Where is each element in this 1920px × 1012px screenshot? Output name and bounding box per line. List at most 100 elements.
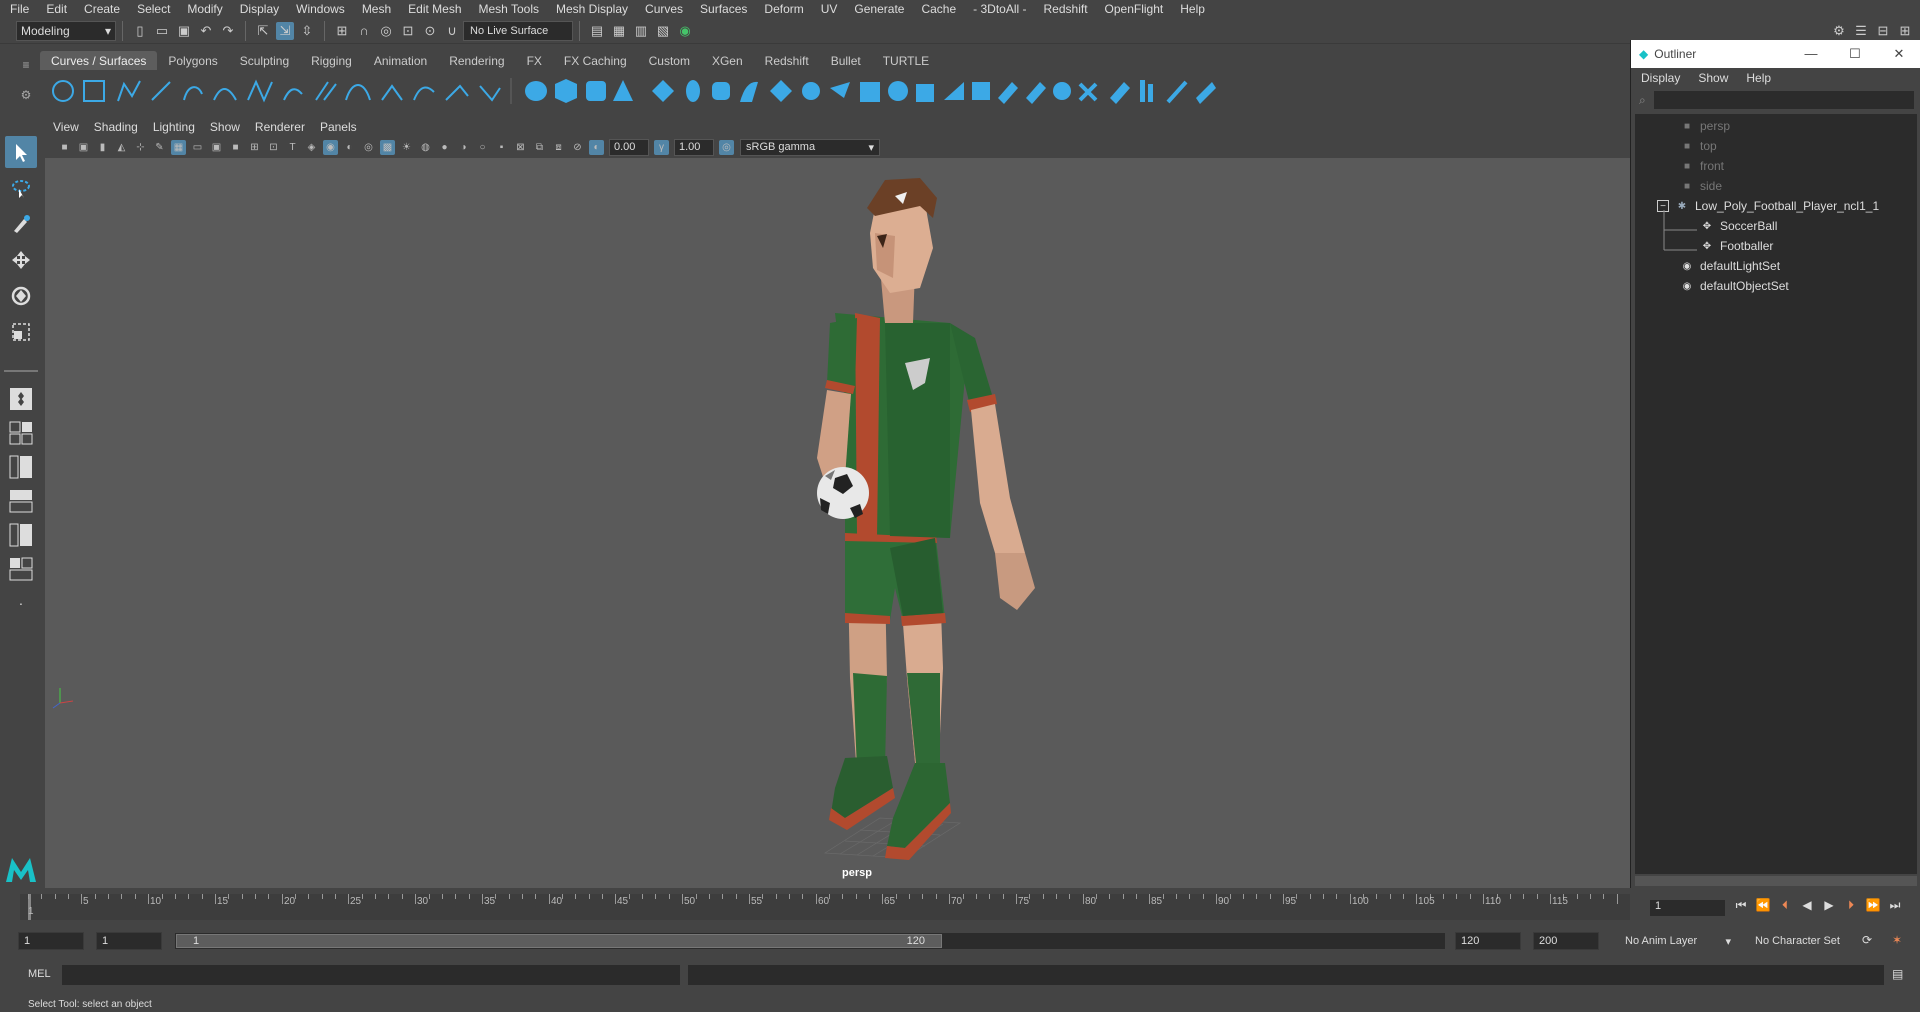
select-hierarchy-icon[interactable]: ⇱	[254, 22, 272, 40]
toggle-tool-settings-icon[interactable]: ☰	[1852, 22, 1870, 40]
perspective-viewport[interactable]: persp	[45, 158, 1630, 888]
range-slider-handle[interactable]: 1 120	[176, 934, 942, 948]
rotate-tool-icon[interactable]	[5, 280, 37, 312]
anti-aliasing-icon[interactable]: ○	[475, 140, 490, 155]
panel-menu-shading[interactable]: Shading	[94, 120, 138, 134]
step-back-key-icon[interactable]: ⏴	[1774, 898, 1796, 913]
live-surface-field[interactable]: No Live Surface	[463, 20, 573, 41]
single-view-layout-icon[interactable]	[7, 385, 35, 413]
menu-help[interactable]: Help	[1180, 2, 1205, 16]
shadows-icon[interactable]: ◍	[418, 140, 433, 155]
magnet-icon[interactable]: ∪	[443, 22, 461, 40]
script-editor-icon[interactable]: ▤	[1892, 967, 1903, 981]
animation-preferences-icon[interactable]: ✶	[1892, 933, 1902, 947]
step-forward-frame-icon[interactable]: ⏩	[1862, 898, 1884, 913]
xray-active-icon[interactable]: ⧈	[551, 140, 566, 155]
safe-action-icon[interactable]: ⊡	[266, 140, 281, 155]
outliner-menu-show[interactable]: Show	[1698, 71, 1728, 85]
grid-icon[interactable]: ▦	[171, 139, 186, 155]
play-forwards-icon[interactable]: ▶	[1818, 898, 1840, 913]
workspace-icon[interactable]: ⚙	[1830, 22, 1848, 40]
step-forward-key-icon[interactable]: ⏵	[1840, 898, 1862, 913]
four-view-layout-icon[interactable]	[7, 419, 35, 447]
animation-start-field[interactable]: 1	[18, 932, 84, 950]
menu-redshift[interactable]: Redshift	[1044, 2, 1088, 16]
toggle-channel-box-icon[interactable]: ⊟	[1874, 22, 1892, 40]
panel-menu-show[interactable]: Show	[210, 120, 240, 134]
use-all-lights-icon[interactable]: ☀	[399, 140, 414, 155]
snap-surface-icon[interactable]: ⊙	[421, 22, 439, 40]
film-gate-icon[interactable]: ▭	[190, 140, 205, 155]
close-icon[interactable]: ✕	[1877, 46, 1920, 62]
gear-icon[interactable]: ⚙	[21, 88, 32, 102]
more-layouts-icon[interactable]: ·	[7, 589, 35, 617]
menu-generate[interactable]: Generate	[854, 2, 904, 16]
outliner-menu-display[interactable]: Display	[1641, 71, 1680, 85]
wireframe-on-shaded-icon[interactable]: ◎	[361, 140, 376, 155]
select-object-icon[interactable]: ⇲	[276, 21, 294, 40]
save-scene-icon[interactable]: ▣	[175, 22, 193, 40]
time-slider-track[interactable]: 1 5 10 15 20 25 30 35 40 45 50 55 60 65 70 75 80 85 90 95 1…	[20, 894, 1630, 920]
tab-turtle[interactable]: TURTLE	[872, 51, 940, 70]
menu-uv[interactable]: UV	[821, 2, 838, 16]
menu-edit[interactable]: Edit	[46, 2, 67, 16]
tab-rendering[interactable]: Rendering	[438, 51, 515, 70]
minimize-icon[interactable]: —	[1789, 46, 1833, 62]
camera-attributes-icon[interactable]: ▣	[76, 140, 91, 155]
go-to-start-icon[interactable]: ⏮	[1730, 898, 1752, 913]
uv-editor-layout-icon[interactable]	[7, 555, 35, 583]
tab-custom[interactable]: Custom	[638, 51, 701, 70]
snap-grid-icon[interactable]: ⊞	[333, 22, 351, 40]
image-plane-icon[interactable]: ◭	[114, 140, 129, 155]
outliner-hscrollbar[interactable]	[1635, 876, 1917, 886]
isolate-select-icon[interactable]: ⊠	[513, 140, 528, 155]
menu-curves[interactable]: Curves	[645, 2, 683, 16]
exposure-icon[interactable]: ◐	[589, 139, 604, 155]
grease-pencil-icon[interactable]: ✎	[152, 140, 167, 155]
snap-view-icon[interactable]: ⊡	[399, 22, 417, 40]
outliner-persp-layout-icon[interactable]	[7, 453, 35, 481]
panel-menu-lighting[interactable]: Lighting	[153, 120, 195, 134]
textured-icon[interactable]: ▩	[380, 139, 395, 155]
menu-select[interactable]: Select	[137, 2, 170, 16]
undo-icon[interactable]: ↶	[197, 22, 215, 40]
render-settings-icon[interactable]: ▧	[654, 22, 672, 40]
resolution-gate-icon[interactable]: ▣	[209, 140, 224, 155]
outliner-item-top[interactable]: ■ top	[1679, 136, 1717, 156]
character-set-select[interactable]: No Character Set	[1750, 932, 1865, 950]
menu-deform[interactable]: Deform	[764, 2, 803, 16]
render-view-icon[interactable]: ▤	[588, 22, 606, 40]
safe-title-icon[interactable]: T	[285, 140, 300, 155]
menuset-selector[interactable]: Modeling ▾	[16, 20, 116, 41]
tab-rigging[interactable]: Rigging	[300, 51, 363, 70]
panel-menu-panels[interactable]: Panels	[320, 120, 357, 134]
toggle-attribute-editor-icon[interactable]: ⊞	[1896, 22, 1914, 40]
render-frame-icon[interactable]: ▦	[610, 22, 628, 40]
step-back-frame-icon[interactable]: ⏪	[1752, 898, 1774, 913]
field-chart-icon[interactable]: ⊞	[247, 140, 262, 155]
menu-surfaces[interactable]: Surfaces	[700, 2, 747, 16]
tab-animation[interactable]: Animation	[363, 51, 438, 70]
xray-joints-icon[interactable]: ⊘	[570, 140, 585, 155]
current-frame-field[interactable]: 1	[1650, 900, 1725, 916]
gamma-icon[interactable]: γ	[654, 139, 669, 155]
hypershade-layout-icon[interactable]	[7, 521, 35, 549]
motion-blur-icon[interactable]: ◑	[456, 140, 471, 155]
menu-3dtoall[interactable]: - 3DtoAll -	[973, 2, 1026, 16]
filter-icon[interactable]: ⌕	[1639, 93, 1646, 108]
menu-modify[interactable]: Modify	[187, 2, 222, 16]
menu-create[interactable]: Create	[84, 2, 120, 16]
tab-bullet[interactable]: Bullet	[820, 51, 872, 70]
auto-key-icon[interactable]: ⟳	[1862, 933, 1872, 947]
open-scene-icon[interactable]: ▭	[153, 22, 171, 40]
redo-icon[interactable]: ↷	[219, 22, 237, 40]
outliner-item-side[interactable]: ■ side	[1679, 176, 1722, 196]
ipr-render-icon[interactable]: ▥	[632, 22, 650, 40]
menu-cache[interactable]: Cache	[921, 2, 956, 16]
wireframe-icon[interactable]: ◈	[304, 140, 319, 155]
camera-select-icon[interactable]: ■	[57, 140, 72, 155]
outliner-menu-help[interactable]: Help	[1746, 71, 1771, 85]
hypershade-icon[interactable]: ◉	[676, 22, 694, 40]
tab-polygons[interactable]: Polygons	[157, 51, 228, 70]
color-management-icon[interactable]: ◎	[719, 139, 734, 155]
